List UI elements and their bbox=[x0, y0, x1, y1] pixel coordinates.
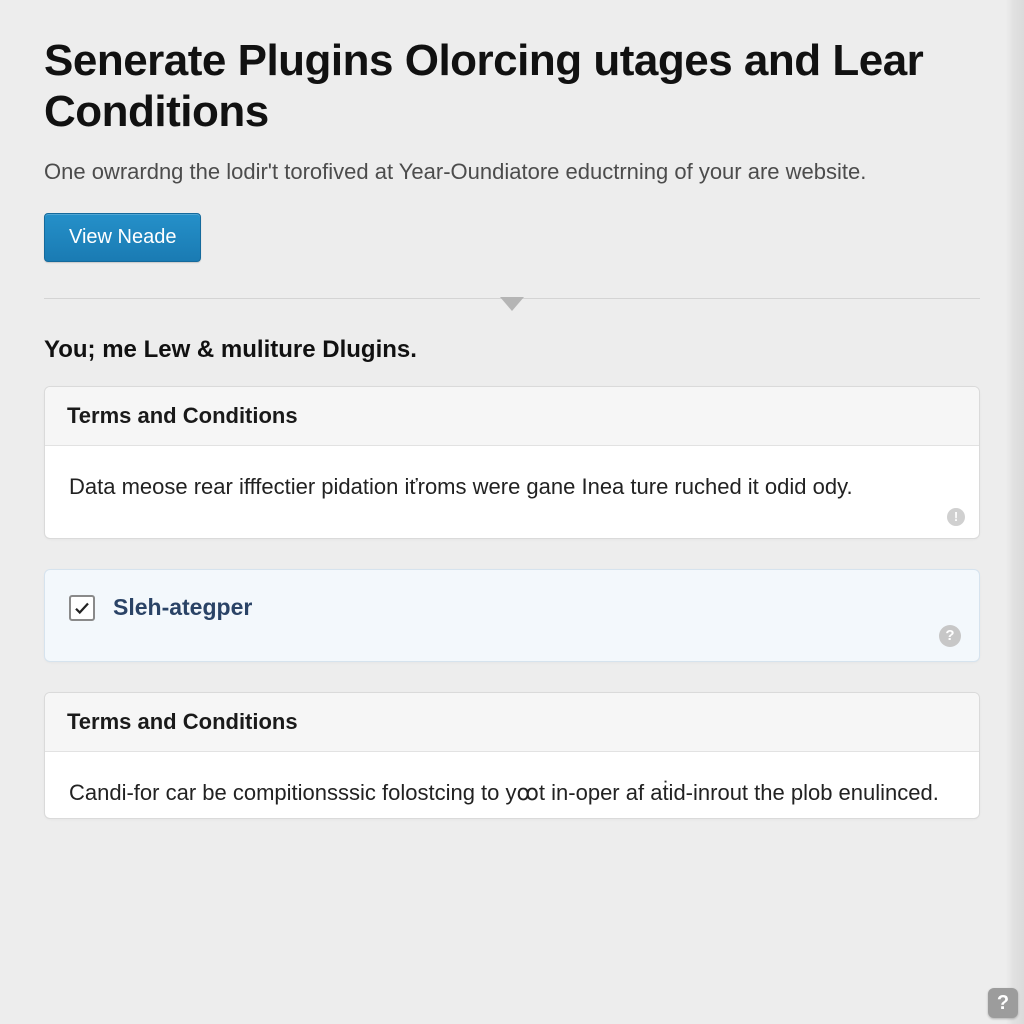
terms-card-1: Terms and Conditions Data meose rear iff… bbox=[44, 386, 980, 539]
page-title: Senerate Plugins Olorcing utages and Lea… bbox=[44, 36, 924, 137]
chevron-down-icon[interactable] bbox=[500, 297, 524, 311]
card-header: Terms and Conditions bbox=[45, 387, 979, 446]
section-heading: You; me Lew & muliture Dlugins. bbox=[44, 336, 980, 364]
card-header: Terms and Conditions bbox=[45, 693, 979, 752]
option-checkbox[interactable] bbox=[69, 595, 95, 621]
section-divider bbox=[44, 298, 980, 326]
view-neade-button[interactable]: View Neade bbox=[44, 213, 201, 262]
check-icon bbox=[73, 599, 91, 617]
option-card: Sleh-ategper ? bbox=[44, 569, 980, 662]
terms-card-2: Terms and Conditions Candi-for car be co… bbox=[44, 692, 980, 819]
page-root: Senerate Plugins Olorcing utages and Lea… bbox=[0, 0, 1024, 1024]
scrollbar-gutter bbox=[1006, 0, 1024, 1024]
card-body: Data meose rear ifffectier pidation iťro… bbox=[45, 446, 979, 538]
page-subtitle: One owrardng the lodir't torofived at Ye… bbox=[44, 159, 980, 185]
option-label: Sleh-ategper bbox=[113, 594, 252, 621]
floating-help-button[interactable]: ? bbox=[988, 988, 1018, 1018]
card-body: Candi-for car be compitionsssic folostci… bbox=[45, 752, 979, 818]
